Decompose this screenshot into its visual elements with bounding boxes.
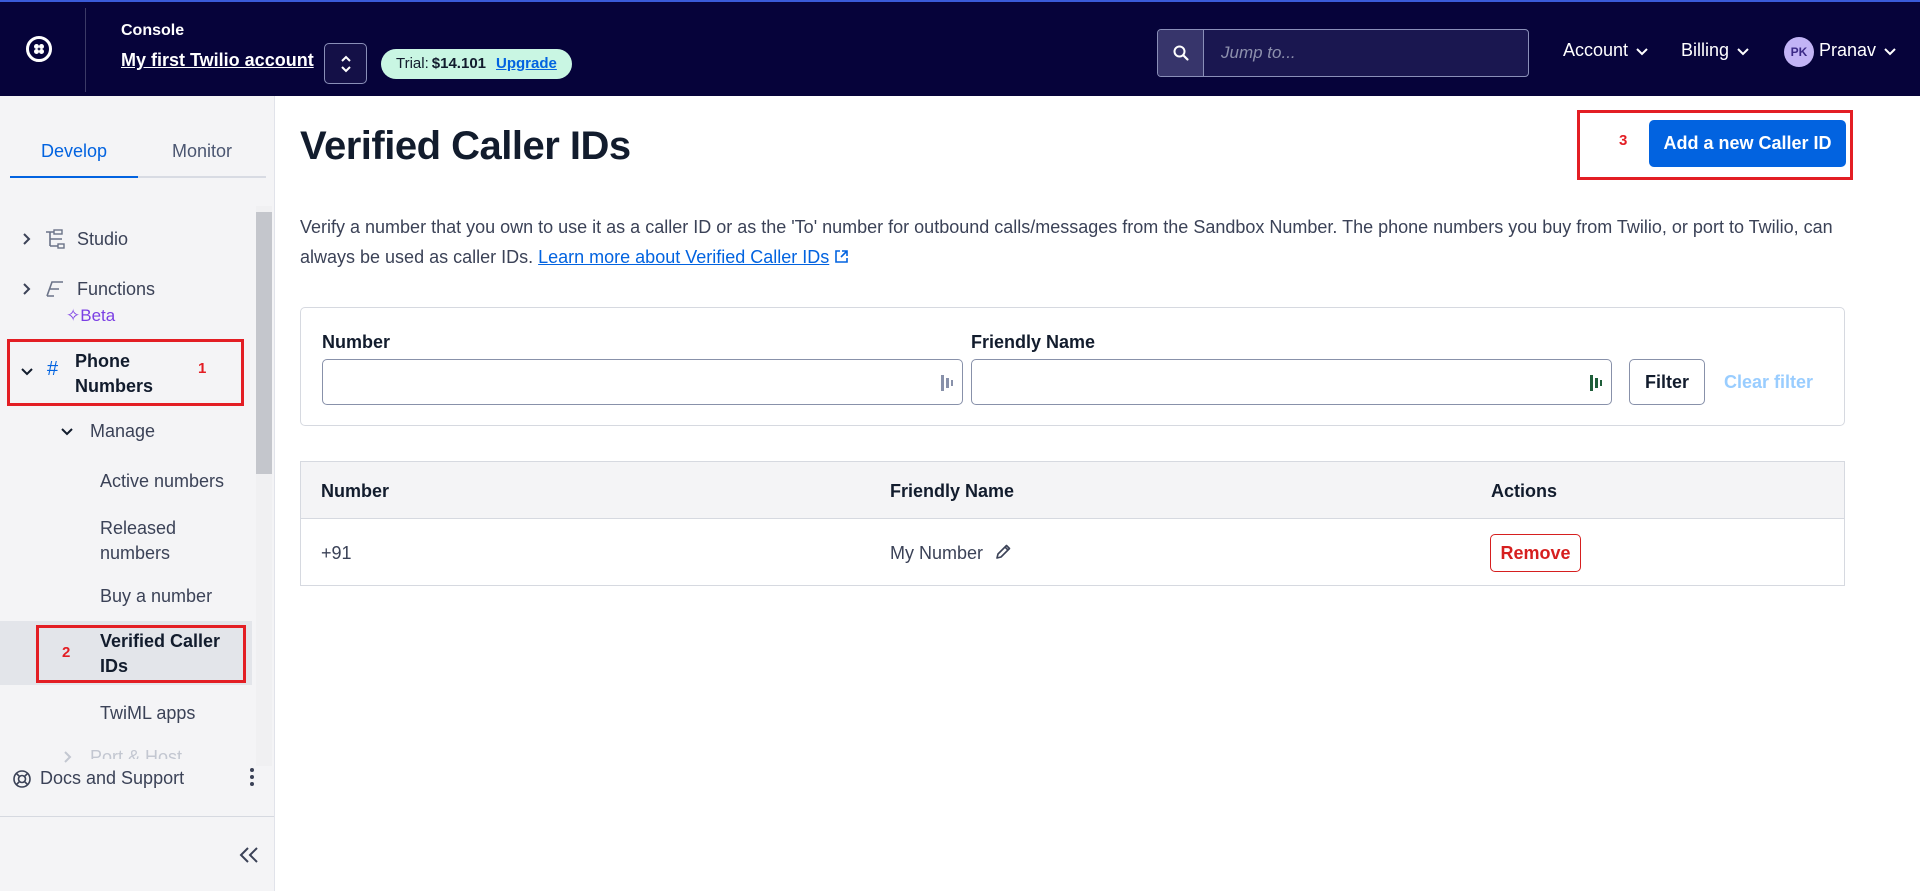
row-friendly-name: My Number bbox=[890, 543, 984, 563]
friendly-name-filter-input[interactable] bbox=[972, 360, 1611, 404]
billing-menu[interactable]: Billing bbox=[1681, 40, 1749, 61]
account-menu-label: Account bbox=[1563, 40, 1629, 60]
tab-monitor[interactable]: Monitor bbox=[138, 124, 266, 178]
console-label: Console bbox=[121, 22, 185, 39]
sidebar-item-active-numbers[interactable]: Active numbers bbox=[100, 471, 224, 492]
sidebar-item-twiml-apps[interactable]: TwiML apps bbox=[100, 703, 195, 724]
search-icon bbox=[1173, 45, 1189, 61]
lifebuoy-icon bbox=[13, 769, 31, 788]
column-header-actions: Actions bbox=[1491, 481, 1558, 501]
up-down-chevron-icon bbox=[341, 55, 351, 73]
column-header-number: Number bbox=[321, 481, 390, 501]
filter-panel: Number Friendly Name Filter Clear filter bbox=[300, 307, 1845, 426]
sidebar-scrollbar-thumb[interactable] bbox=[256, 212, 272, 474]
chevron-down-icon[interactable] bbox=[61, 428, 73, 436]
sidebar: Develop Monitor Studio Functions ✧Beta #… bbox=[0, 96, 275, 891]
page-description: Verify a number that you own to use it a… bbox=[300, 212, 1860, 272]
row-number: +91 bbox=[321, 543, 352, 563]
chevron-down-icon bbox=[1737, 47, 1749, 55]
filter-button[interactable]: Filter bbox=[1629, 359, 1705, 405]
topbar-divider bbox=[85, 8, 86, 92]
collapse-sidebar-icon[interactable] bbox=[238, 846, 260, 864]
number-filter-input[interactable] bbox=[323, 360, 962, 404]
jump-to-search bbox=[1157, 29, 1529, 77]
add-caller-id-button[interactable]: Add a new Caller ID bbox=[1649, 120, 1846, 167]
user-name: Pranav bbox=[1819, 40, 1877, 60]
page-title: Verified Caller IDs bbox=[300, 124, 631, 168]
trial-amount: $14.101 bbox=[431, 55, 487, 72]
sidebar-item-port-host[interactable]: Port & Host bbox=[90, 747, 182, 759]
top-navigation-bar: Console My first Twilio account Trial: $1… bbox=[0, 0, 1920, 96]
account-menu[interactable]: Account bbox=[1563, 40, 1648, 61]
search-input[interactable] bbox=[1205, 30, 1528, 76]
more-options-icon[interactable] bbox=[249, 768, 255, 788]
sidebar-tabs: Develop Monitor bbox=[10, 124, 269, 178]
password-manager-icon[interactable] bbox=[1589, 374, 1603, 392]
description-text: Verify a number that you own to use it a… bbox=[300, 217, 1833, 267]
table-header: Number Friendly Name Actions bbox=[301, 462, 1844, 519]
chevron-right-icon[interactable] bbox=[64, 751, 72, 763]
friendly-name-filter-field bbox=[971, 359, 1612, 405]
number-filter-label: Number bbox=[322, 332, 391, 352]
user-avatar[interactable]: PK bbox=[1784, 37, 1814, 67]
studio-icon bbox=[46, 229, 65, 249]
upgrade-link[interactable]: Upgrade bbox=[496, 55, 557, 72]
chevron-down-icon bbox=[1636, 47, 1648, 55]
twilio-logo-icon[interactable] bbox=[26, 36, 52, 62]
caller-ids-table: Number Friendly Name Actions +91 My Numb… bbox=[300, 461, 1845, 586]
number-filter-field bbox=[322, 359, 963, 405]
sidebar-item-released-numbers[interactable]: Released numbers bbox=[100, 516, 176, 566]
column-header-friendly-name: Friendly Name bbox=[890, 481, 1015, 501]
account-name-link[interactable]: My first Twilio account bbox=[121, 50, 314, 71]
trial-balance-badge: Trial: $14.101 Upgrade bbox=[381, 49, 572, 79]
learn-more-link[interactable]: Learn more about Verified Caller IDs bbox=[538, 247, 829, 267]
friendly-name-filter-label: Friendly Name bbox=[971, 332, 1096, 352]
sidebar-divider bbox=[0, 816, 274, 817]
user-menu[interactable]: Pranav bbox=[1819, 40, 1896, 61]
search-button[interactable] bbox=[1158, 30, 1204, 76]
external-link-icon[interactable] bbox=[834, 249, 849, 264]
sidebar-item-buy-number[interactable]: Buy a number bbox=[100, 586, 212, 607]
annotation-step-3: 3 bbox=[1619, 132, 1628, 149]
sparkle-icon: ✧ bbox=[66, 306, 81, 325]
clear-filter-button[interactable]: Clear filter bbox=[1724, 372, 1813, 393]
account-switcher-button[interactable] bbox=[324, 43, 367, 84]
docs-and-support-link[interactable]: Docs and Support bbox=[12, 768, 184, 789]
annotation-step-2: 2 bbox=[62, 644, 71, 661]
remove-button[interactable]: Remove bbox=[1490, 534, 1581, 572]
docs-label: Docs and Support bbox=[40, 768, 185, 788]
edit-pencil-icon[interactable] bbox=[994, 543, 1012, 561]
sidebar-item-studio[interactable]: Studio bbox=[77, 229, 128, 250]
trial-label: Trial: bbox=[396, 55, 429, 72]
chevron-right-icon[interactable] bbox=[23, 283, 31, 295]
chevron-down-icon bbox=[1884, 47, 1896, 55]
annotation-box-1 bbox=[7, 339, 244, 406]
beta-badge: ✧Beta bbox=[66, 306, 116, 325]
password-manager-icon[interactable] bbox=[940, 374, 954, 392]
sidebar-item-manage[interactable]: Manage bbox=[90, 421, 155, 442]
tab-develop[interactable]: Develop bbox=[10, 124, 138, 178]
annotation-step-1: 1 bbox=[198, 360, 207, 377]
sidebar-item-functions[interactable]: Functions bbox=[77, 279, 155, 300]
functions-icon bbox=[46, 281, 63, 297]
billing-menu-label: Billing bbox=[1681, 40, 1730, 60]
chevron-right-icon[interactable] bbox=[23, 233, 31, 245]
